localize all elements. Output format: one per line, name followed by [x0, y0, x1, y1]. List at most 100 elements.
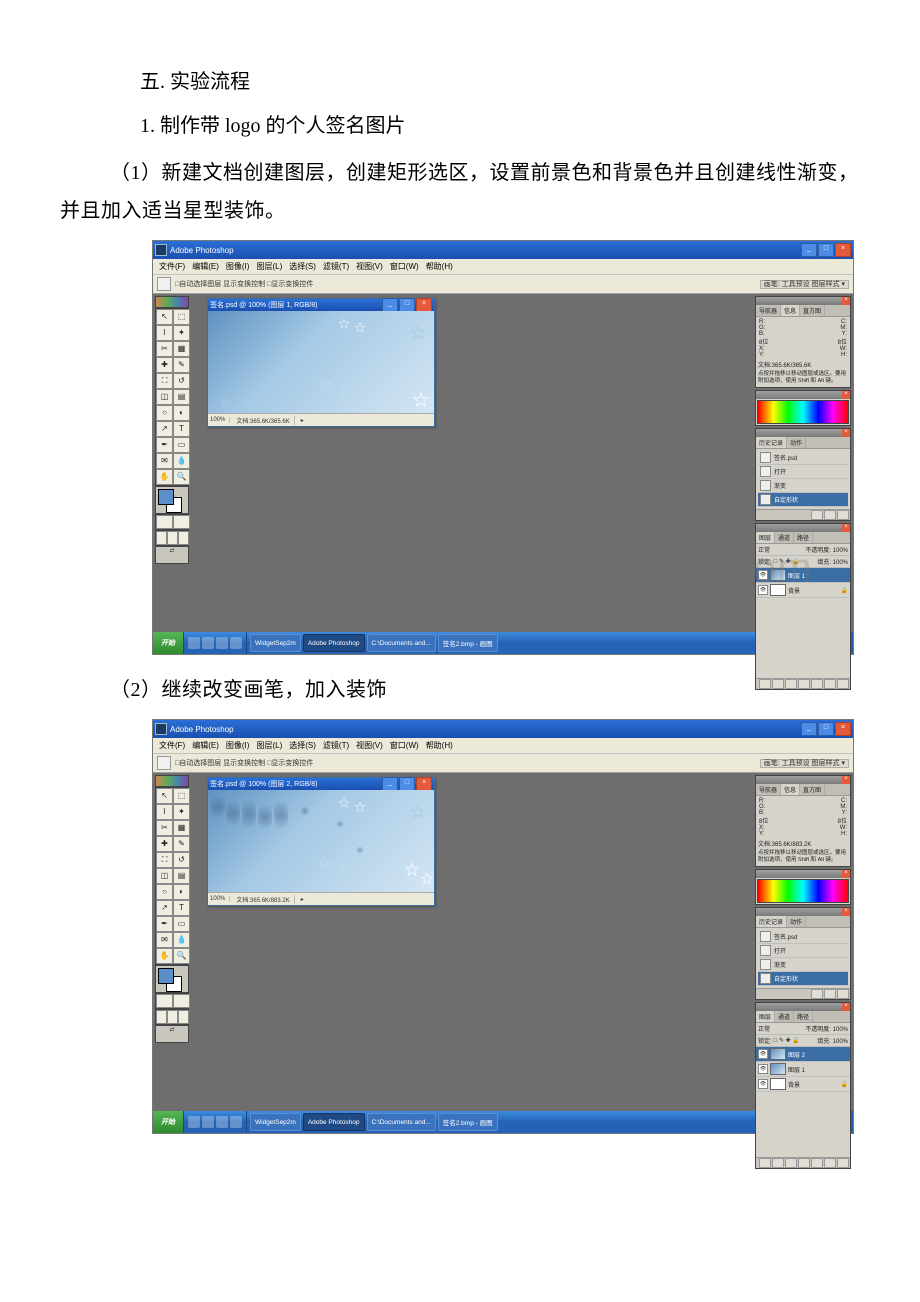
new-doc-button[interactable]: [824, 510, 836, 520]
foreground-color-swatch[interactable]: [158, 968, 174, 984]
slice-tool[interactable]: ▦: [173, 341, 190, 357]
path-tool[interactable]: ↗: [156, 421, 173, 437]
menu-help[interactable]: 帮助(H): [424, 739, 455, 752]
zoom-tool[interactable]: 🔍: [173, 948, 190, 964]
screen-mode-full-menu[interactable]: [167, 1010, 178, 1024]
shape-tool[interactable]: ▭: [173, 916, 190, 932]
ql-icon[interactable]: [216, 1116, 228, 1128]
tab-histogram[interactable]: 直方图: [800, 784, 825, 795]
new-layer-button[interactable]: [824, 1158, 836, 1168]
menu-window[interactable]: 窗口(W): [388, 739, 421, 752]
brush-tool[interactable]: ✎: [173, 357, 190, 373]
panel-close-icon[interactable]: ×: [842, 297, 850, 305]
mask-button[interactable]: [785, 679, 797, 689]
color-spectrum[interactable]: [757, 400, 849, 424]
eyedropper-tool[interactable]: 💧: [173, 453, 190, 469]
task-button[interactable]: Adobe Photoshop: [303, 634, 365, 652]
history-item[interactable]: 打开: [758, 465, 848, 479]
fx-button[interactable]: [772, 1158, 784, 1168]
start-button[interactable]: 开始: [153, 1111, 184, 1133]
marquee-tool[interactable]: ⬚: [173, 788, 190, 804]
history-snapshot[interactable]: 签名.psd: [758, 930, 848, 944]
menu-filter[interactable]: 滤镜(T): [321, 739, 351, 752]
marquee-tool[interactable]: ⬚: [173, 309, 190, 325]
tab-paths[interactable]: 路径: [794, 1011, 813, 1022]
group-button[interactable]: [811, 1158, 823, 1168]
status-arrow-icon[interactable]: ▸: [301, 896, 304, 903]
quickmask-mode[interactable]: [173, 994, 190, 1008]
quickmask-mode[interactable]: [173, 515, 190, 529]
new-layer-button[interactable]: [824, 679, 836, 689]
maximize-button[interactable]: □: [818, 722, 834, 736]
ql-icon[interactable]: [202, 1116, 214, 1128]
doc-maximize[interactable]: □: [399, 777, 415, 791]
layer-row[interactable]: 👁 图层 1: [756, 568, 850, 583]
shape-tool[interactable]: ▭: [173, 437, 190, 453]
close-button[interactable]: ×: [835, 722, 851, 736]
link-button[interactable]: [759, 1158, 771, 1168]
menu-file[interactable]: 文件(F): [157, 739, 187, 752]
panel-close-icon[interactable]: ×: [842, 870, 850, 878]
visibility-icon[interactable]: 👁: [758, 570, 768, 580]
ql-icon[interactable]: [188, 1116, 200, 1128]
gradient-tool[interactable]: ▤: [173, 868, 190, 884]
tab-navigator[interactable]: 导航器: [756, 784, 781, 795]
mask-button[interactable]: [785, 1158, 797, 1168]
menu-filter[interactable]: 滤镜(T): [321, 260, 351, 273]
new-snapshot-button[interactable]: [811, 989, 823, 999]
panel-close-icon[interactable]: ×: [842, 776, 850, 784]
tab-history[interactable]: 历史记录: [756, 916, 787, 927]
adjustment-button[interactable]: [798, 679, 810, 689]
notes-tool[interactable]: ✉: [156, 932, 173, 948]
tab-actions[interactable]: 动作: [787, 437, 806, 448]
panel-close-icon[interactable]: ×: [842, 908, 850, 916]
document-canvas[interactable]: [208, 311, 434, 413]
blur-tool[interactable]: ○: [156, 405, 173, 421]
path-tool[interactable]: ↗: [156, 900, 173, 916]
link-button[interactable]: [759, 679, 771, 689]
ql-icon[interactable]: [230, 1116, 242, 1128]
tab-layers[interactable]: 图层: [756, 532, 775, 543]
color-picker-fgbg[interactable]: [155, 965, 189, 993]
task-button[interactable]: C:\Documents and...: [367, 1113, 436, 1131]
ql-icon[interactable]: [230, 637, 242, 649]
screen-mode-full-menu[interactable]: [167, 531, 178, 545]
document-canvas[interactable]: [208, 790, 434, 892]
history-item[interactable]: 渐变: [758, 479, 848, 493]
menu-window[interactable]: 窗口(W): [388, 260, 421, 273]
doc-maximize[interactable]: □: [399, 298, 415, 312]
tab-info[interactable]: 信息: [781, 305, 800, 316]
tab-channels[interactable]: 通道: [775, 532, 794, 543]
delete-layer-button[interactable]: [837, 1158, 849, 1168]
panel-close-icon[interactable]: ×: [842, 524, 850, 532]
pen-tool[interactable]: ✒: [156, 437, 173, 453]
slice-tool[interactable]: ▦: [173, 820, 190, 836]
wand-tool[interactable]: ✦: [173, 325, 190, 341]
minimize-button[interactable]: _: [801, 243, 817, 257]
menu-layer[interactable]: 图层(L): [254, 739, 284, 752]
color-spectrum[interactable]: [757, 879, 849, 903]
menu-select[interactable]: 选择(S): [287, 260, 318, 273]
fx-button[interactable]: [772, 679, 784, 689]
wand-tool[interactable]: ✦: [173, 804, 190, 820]
heal-tool[interactable]: ✚: [156, 357, 173, 373]
foreground-color-swatch[interactable]: [158, 489, 174, 505]
history-item[interactable]: 打开: [758, 944, 848, 958]
close-button[interactable]: ×: [835, 243, 851, 257]
blur-tool[interactable]: ○: [156, 884, 173, 900]
color-picker-fgbg[interactable]: [155, 486, 189, 514]
panel-close-icon[interactable]: ×: [842, 391, 850, 399]
task-button[interactable]: WidgetSep2m: [250, 1113, 301, 1131]
jump-to-imageready[interactable]: ⇄: [155, 546, 189, 564]
hand-tool[interactable]: ✋: [156, 948, 173, 964]
doc-close[interactable]: ×: [416, 298, 432, 312]
tool-preset-icon[interactable]: [157, 756, 171, 770]
visibility-icon[interactable]: 👁: [758, 1049, 768, 1059]
text-tool[interactable]: T: [173, 421, 190, 437]
doc-close[interactable]: ×: [416, 777, 432, 791]
eyedropper-tool[interactable]: 💧: [173, 932, 190, 948]
layer-row[interactable]: 👁 图层 2: [756, 1047, 850, 1062]
heal-tool[interactable]: ✚: [156, 836, 173, 852]
layer-row[interactable]: 👁 图层 1: [756, 1062, 850, 1077]
lasso-tool[interactable]: ⌇: [156, 325, 173, 341]
